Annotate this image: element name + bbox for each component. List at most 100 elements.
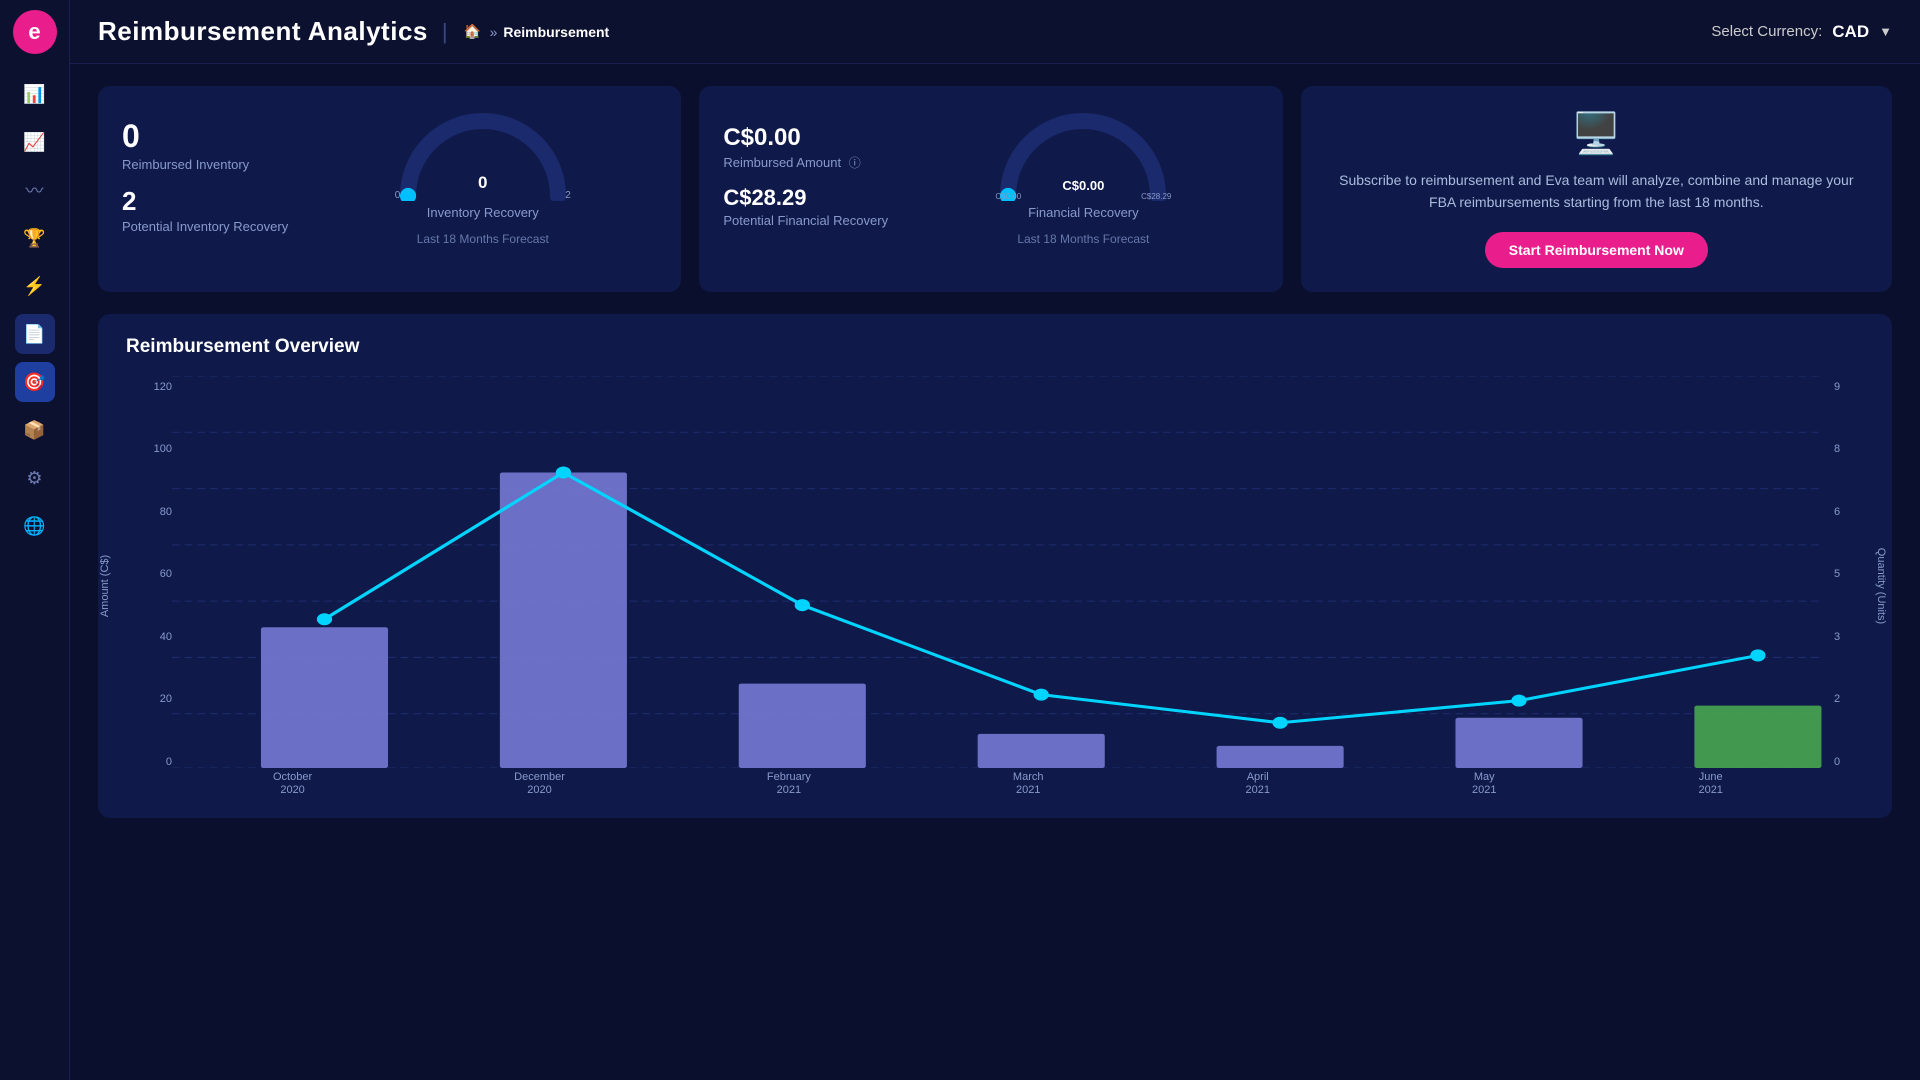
x-label-april: April 2021 — [1245, 771, 1269, 796]
financial-card: C$0.00 Reimbursed Amount ⓘ C$28.29 Poten… — [699, 86, 1282, 292]
x-label-october: October 2020 — [273, 771, 312, 796]
sidebar-item-dashboard[interactable]: 📊 — [15, 74, 55, 114]
subscribe-icon: 🖥️ — [1571, 110, 1621, 157]
y-axis-right: 9 8 6 5 3 2 0 Quantity (Units) — [1824, 376, 1864, 796]
y-right-tick-9: 9 — [1834, 381, 1864, 393]
chart-svg — [172, 376, 1824, 768]
line-dot-october — [317, 613, 332, 625]
potential-amount-label: Potential Financial Recovery — [723, 213, 888, 228]
y-tick-80: 80 — [160, 506, 172, 518]
y-axis-right-label: Quantity (Units) — [1875, 548, 1887, 624]
potential-count: 2 — [122, 186, 288, 217]
start-reimbursement-button[interactable]: Start Reimbursement Now — [1485, 232, 1708, 268]
chart-area: Amount (C$) 120 100 80 60 40 20 0 — [126, 376, 1864, 796]
sidebar-item-lightning[interactable]: ⚡ — [15, 266, 55, 306]
financial-gauge: C$0.00 C$28.29 C$0.00 Financial Recovery… — [908, 106, 1259, 246]
chart-title: Reimbursement Overview — [126, 336, 1864, 358]
reimbursed-amount: C$0.00 — [723, 124, 888, 152]
subscribe-card: 🖥️ Subscribe to reimbursement and Eva te… — [1301, 86, 1892, 292]
bar-march — [978, 734, 1105, 768]
reimbursed-label: Reimbursed Inventory — [122, 157, 288, 172]
line-dot-may — [1511, 694, 1526, 706]
financial-gauge-left: C$0.00 — [995, 192, 1021, 201]
gauge-container: 0 2 0 — [393, 106, 573, 201]
x-label-june: June 2021 — [1698, 771, 1722, 796]
inventory-forecast-label: Last 18 Months Forecast — [417, 232, 549, 246]
sidebar-item-awards[interactable]: 🏆 — [15, 218, 55, 258]
breadcrumb-current: Reimbursement — [503, 24, 609, 40]
y-right-tick-0: 0 — [1834, 756, 1864, 768]
financial-forecast-label: Last 18 Months Forecast — [1017, 232, 1149, 246]
sidebar: e 📊 📈 〰 🏆 ⚡ 📄 🎯 📦 ⚙ 🌐 — [0, 0, 70, 1080]
inventory-stats: 0 Reimbursed Inventory 2 Potential Inven… — [122, 106, 288, 246]
bar-april — [1217, 746, 1344, 768]
y-right-tick-8: 8 — [1834, 443, 1864, 455]
currency-dropdown-icon[interactable]: ▼ — [1879, 24, 1892, 39]
sidebar-item-target[interactable]: 🎯 — [15, 362, 55, 402]
reimbursed-amount-label: Reimbursed Amount ⓘ — [723, 154, 888, 171]
y-tick-20: 20 — [160, 693, 172, 705]
potential-label: Potential Inventory Recovery — [122, 219, 288, 234]
x-label-february: February 2021 — [767, 771, 811, 796]
info-icon: ⓘ — [849, 156, 861, 170]
currency-label: Select Currency: — [1711, 23, 1822, 40]
y-axis-left: Amount (C$) 120 100 80 60 40 20 0 — [126, 376, 172, 796]
x-label-march: March 2021 — [1013, 771, 1044, 796]
breadcrumb-arrow: » — [490, 24, 498, 40]
bar-december — [500, 472, 627, 768]
bar-october — [261, 627, 388, 768]
line-dot-april — [1272, 717, 1287, 729]
chart-section: Reimbursement Overview Amount (C$) 120 1… — [98, 314, 1892, 818]
header-left: Reimbursement Analytics | 🏠 » Reimbursem… — [98, 16, 609, 47]
inventory-card: 0 Reimbursed Inventory 2 Potential Inven… — [98, 86, 681, 292]
inventory-gauge: 0 2 0 Inventory Recovery Last 18 Months … — [308, 106, 657, 246]
financial-gauge-value: C$0.00 — [1062, 178, 1104, 193]
gauge-title: Inventory Recovery — [427, 205, 539, 220]
page-title: Reimbursement Analytics — [98, 16, 428, 47]
line-dot-june — [1750, 649, 1765, 661]
sidebar-item-settings[interactable]: ⚙ — [15, 458, 55, 498]
app-logo[interactable]: e — [13, 10, 57, 54]
line-dot-march — [1034, 688, 1049, 700]
main-area: Reimbursement Analytics | 🏠 » Reimbursem… — [70, 0, 1920, 1080]
currency-selector[interactable]: Select Currency: CAD ▼ — [1711, 22, 1892, 42]
sidebar-item-box[interactable]: 📦 — [15, 410, 55, 450]
subscribe-text: Subscribe to reimbursement and Eva team … — [1329, 169, 1864, 214]
y-tick-120: 120 — [154, 381, 172, 393]
sidebar-item-analytics[interactable]: 📈 — [15, 122, 55, 162]
y-right-tick-5: 5 — [1834, 568, 1864, 580]
reimbursed-count: 0 — [122, 118, 288, 155]
currency-value: CAD — [1832, 22, 1869, 42]
gauge-value: 0 — [478, 173, 487, 193]
line-dot-december — [556, 466, 571, 478]
chart-inner: October 2020 December 2020 February 2021 — [172, 376, 1824, 796]
y-right-tick-2: 2 — [1834, 693, 1864, 705]
bar-may — [1455, 718, 1582, 768]
header: Reimbursement Analytics | 🏠 » Reimbursem… — [70, 0, 1920, 64]
potential-amount: C$28.29 — [723, 185, 888, 211]
divider: | — [442, 19, 448, 45]
line-dot-february — [795, 599, 810, 611]
sidebar-item-documents[interactable]: 📄 — [15, 314, 55, 354]
breadcrumb: 🏠 » Reimbursement — [462, 21, 610, 43]
y-right-tick-6: 6 — [1834, 506, 1864, 518]
y-axis-left-label: Amount (C$) — [99, 555, 111, 617]
financial-gauge-container: C$0.00 C$28.29 C$0.00 — [993, 106, 1173, 201]
x-axis-labels: October 2020 December 2020 February 2021 — [172, 771, 1824, 796]
breadcrumb-home-icon[interactable]: 🏠 — [462, 21, 484, 43]
y-right-tick-3: 3 — [1834, 631, 1864, 643]
y-tick-60: 60 — [160, 568, 172, 580]
sidebar-item-trends[interactable]: 〰 — [15, 170, 55, 210]
x-label-may: May 2021 — [1472, 771, 1496, 796]
y-tick-40: 40 — [160, 631, 172, 643]
sidebar-item-globe[interactable]: 🌐 — [15, 506, 55, 546]
financial-stats: C$0.00 Reimbursed Amount ⓘ C$28.29 Poten… — [723, 106, 888, 246]
gauge-label-right: 2 — [565, 190, 571, 201]
financial-gauge-title: Financial Recovery — [1028, 205, 1139, 220]
x-label-december: December 2020 — [514, 771, 565, 796]
bar-june — [1694, 705, 1821, 767]
gauge-label-left: 0 — [395, 190, 401, 201]
financial-gauge-right: C$28.29 — [1141, 192, 1171, 201]
bar-february — [739, 683, 866, 767]
content-area: 0 Reimbursed Inventory 2 Potential Inven… — [70, 64, 1920, 1080]
